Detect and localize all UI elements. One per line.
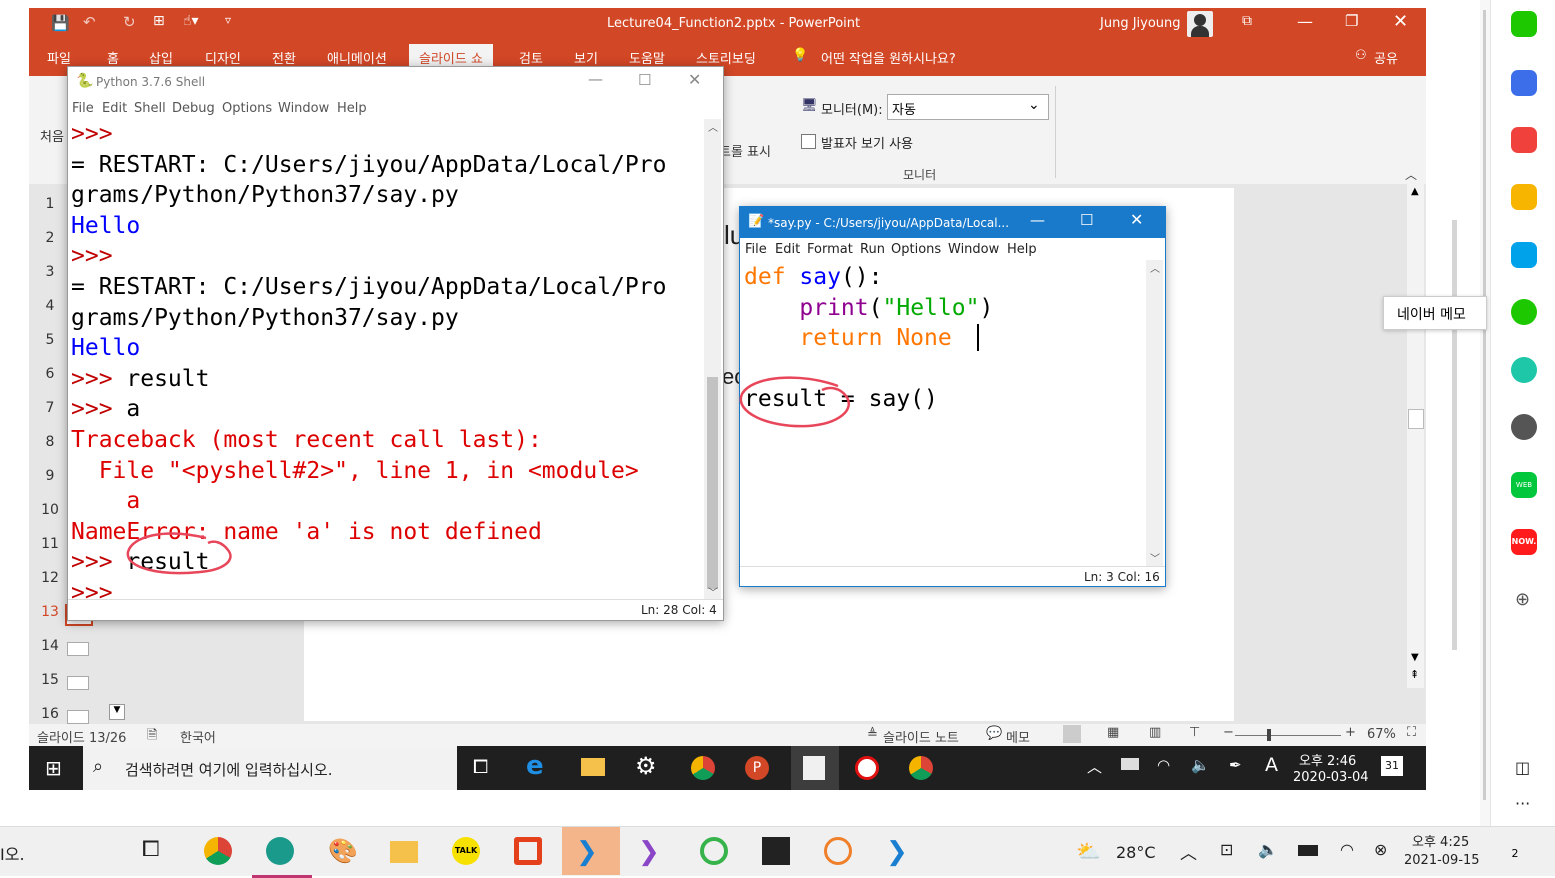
pocket-icon[interactable] [1511,127,1537,153]
meet-icon[interactable]: ⊡ [1220,840,1233,859]
memo-icon[interactable] [1511,299,1537,325]
star-icon[interactable] [1511,184,1537,210]
chevron-up-icon[interactable]: ︿ [1180,839,1197,864]
sticky-notes-icon[interactable] [762,837,790,865]
annotation-circle [739,376,850,428]
clock-date[interactable]: 2021-09-15 [1404,853,1480,868]
outer-scrollbar[interactable] [1480,0,1490,826]
talk-icon[interactable] [1511,11,1537,37]
swirl-app-icon[interactable] [266,837,294,865]
page-scroll-thumb[interactable] [1452,220,1457,650]
sidebar-toggle-icon[interactable]: ◫ [1515,758,1530,777]
kakaotalk-icon[interactable]: TALK [452,837,480,865]
tooltip: 네이버 메모 [1383,296,1487,330]
annotation-layer [126,376,850,575]
chrome-icon[interactable] [204,837,232,865]
jupyter-icon[interactable] [824,837,852,865]
notification-icon[interactable]: 2 [1504,839,1526,861]
right-sidebar: WEB TOON NOW. ⊕ ◫ ··· [1490,0,1555,826]
scroll-thumb[interactable] [1483,10,1486,800]
edge-icon[interactable] [1511,242,1537,268]
battery-icon[interactable] [1298,845,1318,856]
annotation-circle [126,532,232,575]
close-circle-icon[interactable]: ⊗ [1374,840,1387,859]
webtoon-icon[interactable]: WEB TOON [1511,472,1537,515]
face-icon[interactable] [1511,414,1537,440]
clock-time[interactable]: 오후 4:25 [1412,831,1469,850]
search-fragment[interactable]: I오. [0,841,25,865]
file-explorer-icon[interactable] [390,841,418,863]
task-view-icon[interactable]: ⧠ [142,837,160,862]
briefcase-icon[interactable] [1511,70,1537,96]
tooltip-text: 네이버 메모 [1397,307,1466,323]
paint-icon[interactable]: 🎨 [328,837,358,865]
vscode-icon[interactable]: ❯ [886,837,914,867]
now-icon[interactable]: NOW. [1511,529,1537,555]
now-label: NOW. [1511,537,1537,546]
visual-studio-icon[interactable]: ❯ [638,837,666,867]
notification-count: 2 [1511,847,1519,860]
play-icon[interactable] [1511,357,1537,383]
refresh-app-icon[interactable] [700,837,728,865]
vscode-icon[interactable]: ❯ [576,837,604,867]
temperature[interactable]: 28°C [1116,843,1156,862]
weather-icon[interactable]: ⛅ [1076,839,1101,863]
webtoon-label: WEB TOON [1513,481,1535,515]
volume-icon[interactable]: 🔈 [1258,840,1278,859]
wifi-icon[interactable]: ◠ [1340,840,1354,859]
add-icon[interactable]: ⊕ [1515,589,1530,610]
office-icon[interactable] [514,837,542,865]
more-icon[interactable]: ··· [1515,794,1530,813]
outer-taskbar: I오. ⧠ 🎨 TALK ❯ ❯ ❯ ⛅ 28°C ︿ ⊡ 🔈 ◠ ⊗ 오후 4… [0,826,1555,878]
